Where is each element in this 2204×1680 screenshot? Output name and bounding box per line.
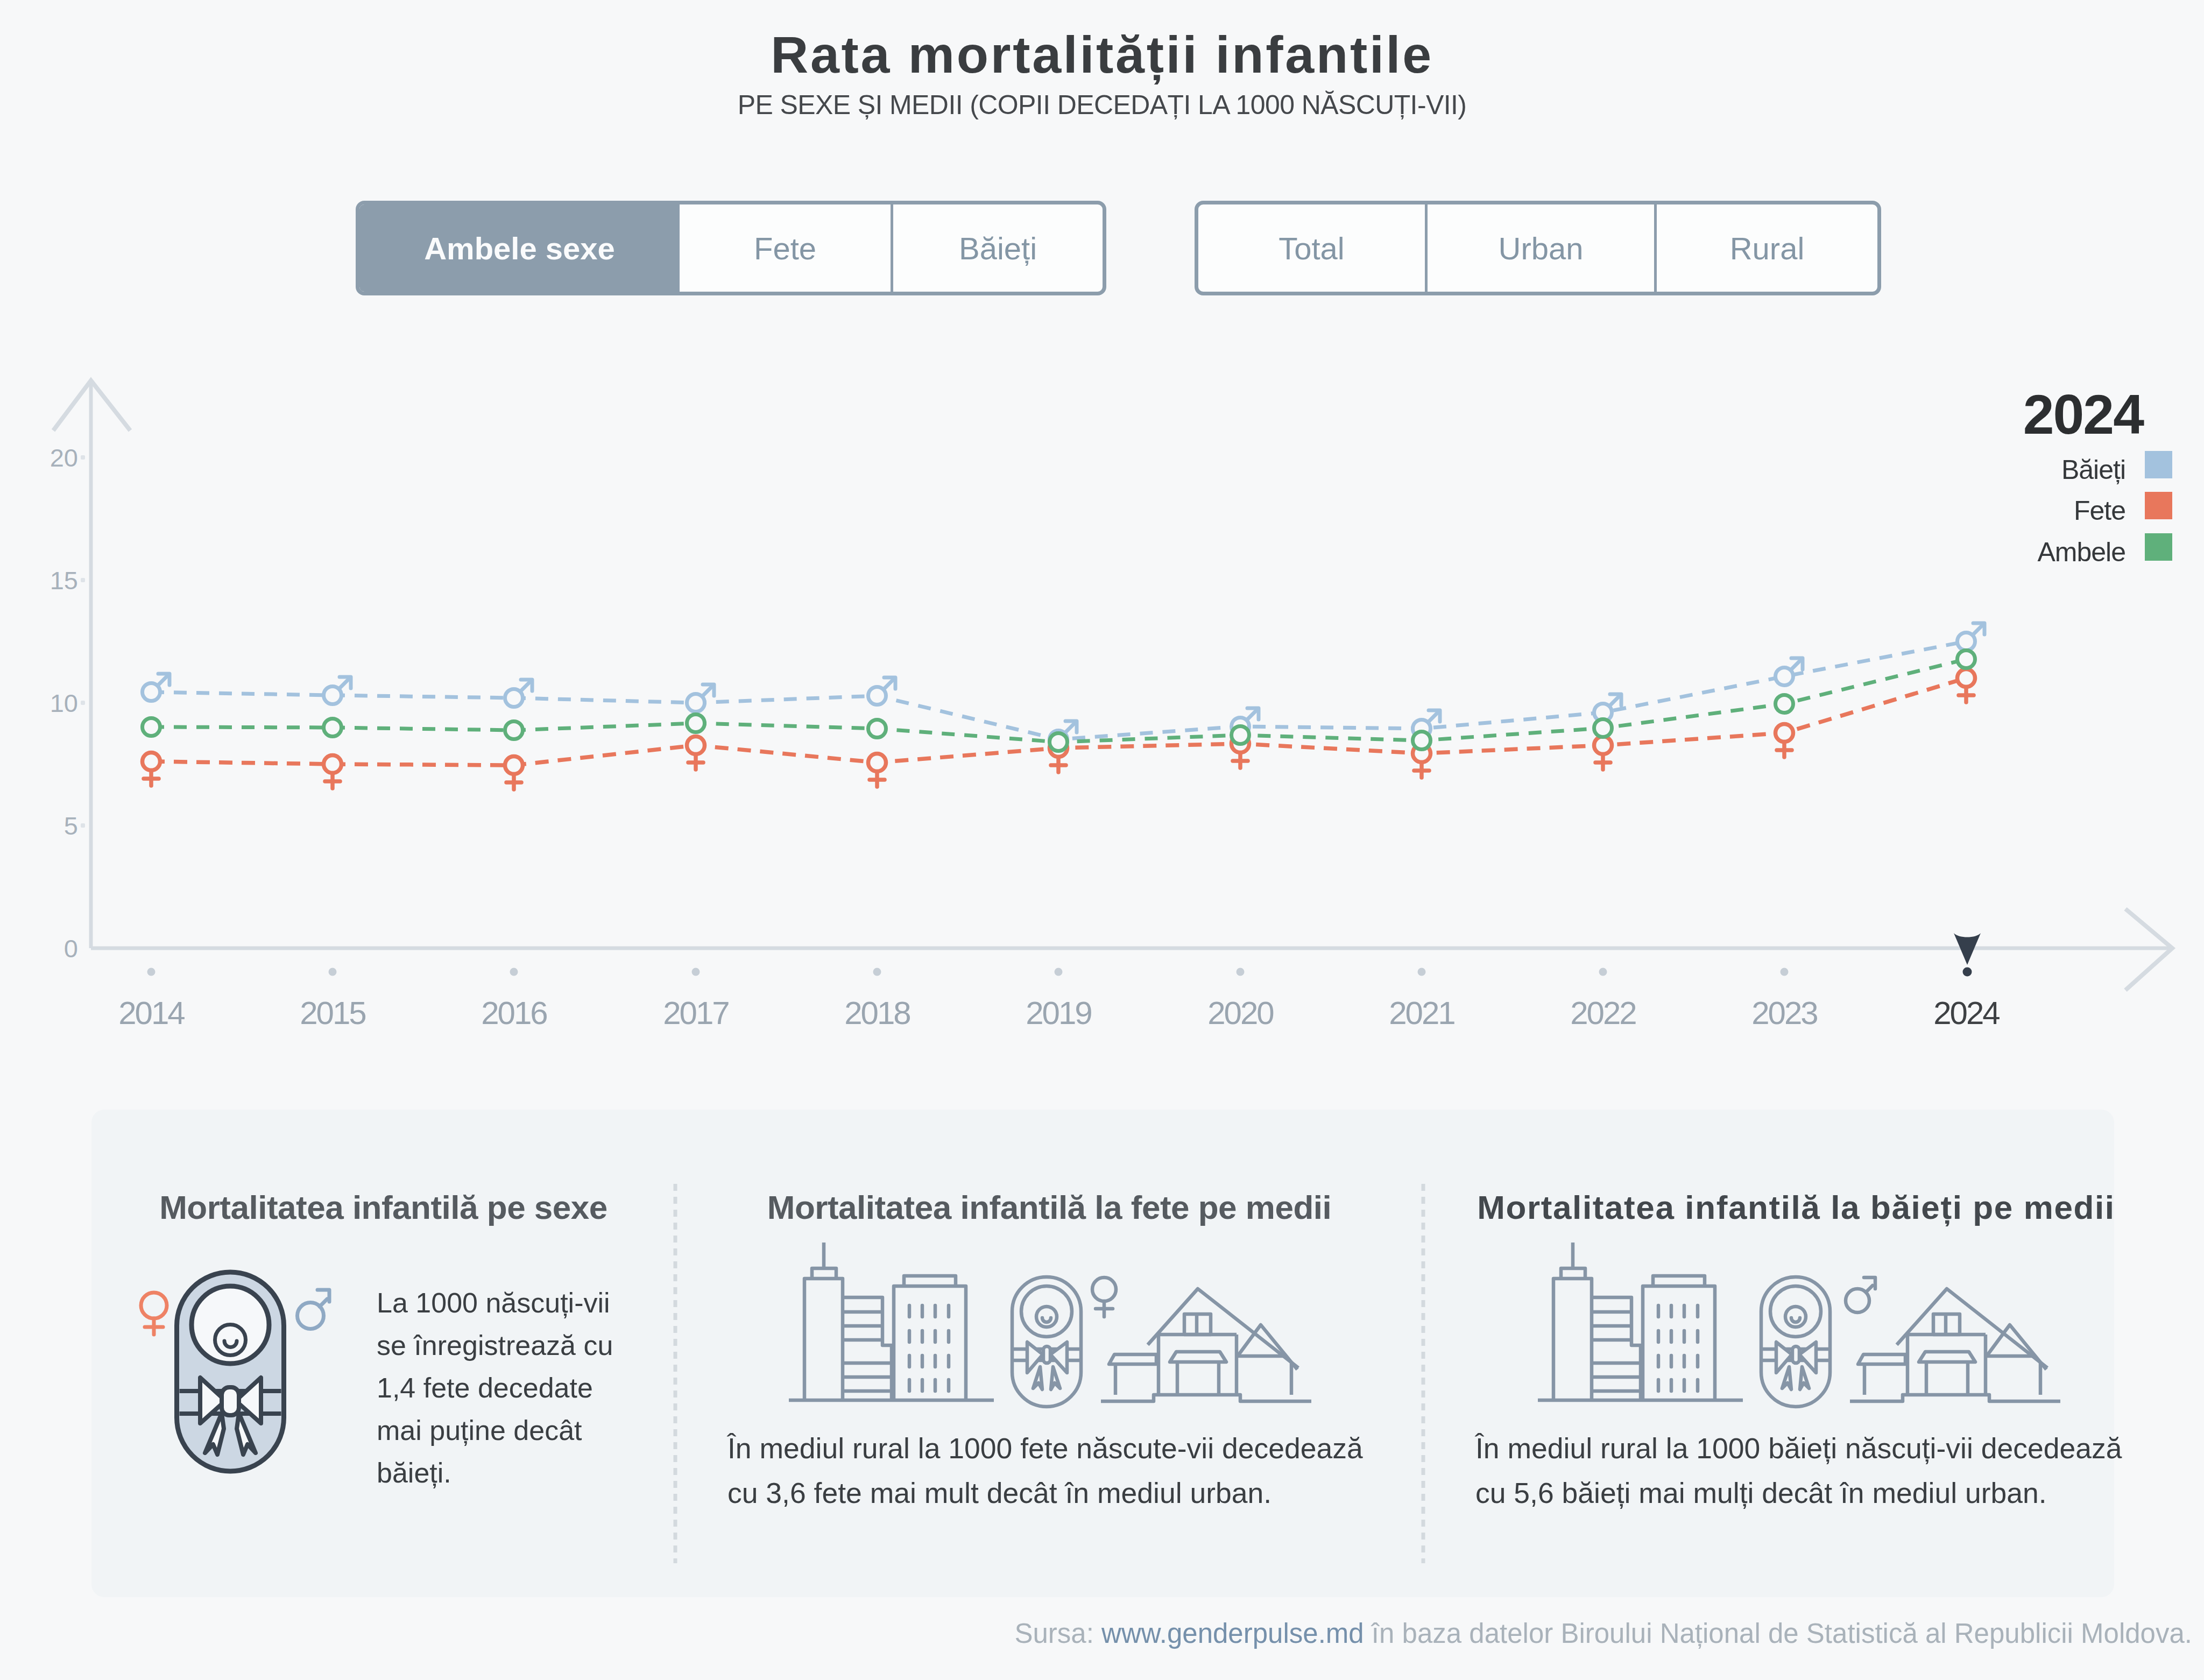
svg-text:2023: 2023 — [1751, 995, 1817, 1031]
svg-text:2018: 2018 — [844, 995, 910, 1031]
svg-text:0: 0 — [64, 934, 78, 963]
svg-text:2020: 2020 — [1207, 995, 1274, 1031]
svg-text:2021: 2021 — [1389, 995, 1454, 1031]
svg-text:2016: 2016 — [481, 995, 547, 1031]
svg-text:Ambele: Ambele — [2037, 537, 2125, 567]
svg-text:2014: 2014 — [118, 995, 185, 1031]
svg-text:10: 10 — [50, 689, 78, 717]
svg-text:2024: 2024 — [2023, 383, 2145, 446]
svg-text:2024: 2024 — [1933, 995, 2000, 1031]
svg-text:Băieți: Băieți — [2061, 455, 2125, 485]
svg-text:2017: 2017 — [663, 995, 729, 1031]
svg-text:2019: 2019 — [1026, 995, 1091, 1031]
svg-text:20: 20 — [50, 443, 78, 472]
svg-text:2022: 2022 — [1570, 995, 1636, 1031]
svg-text:2015: 2015 — [300, 995, 365, 1031]
svg-text:15: 15 — [50, 566, 78, 595]
svg-text:Fete: Fete — [2074, 496, 2125, 526]
svg-text:5: 5 — [64, 811, 78, 840]
